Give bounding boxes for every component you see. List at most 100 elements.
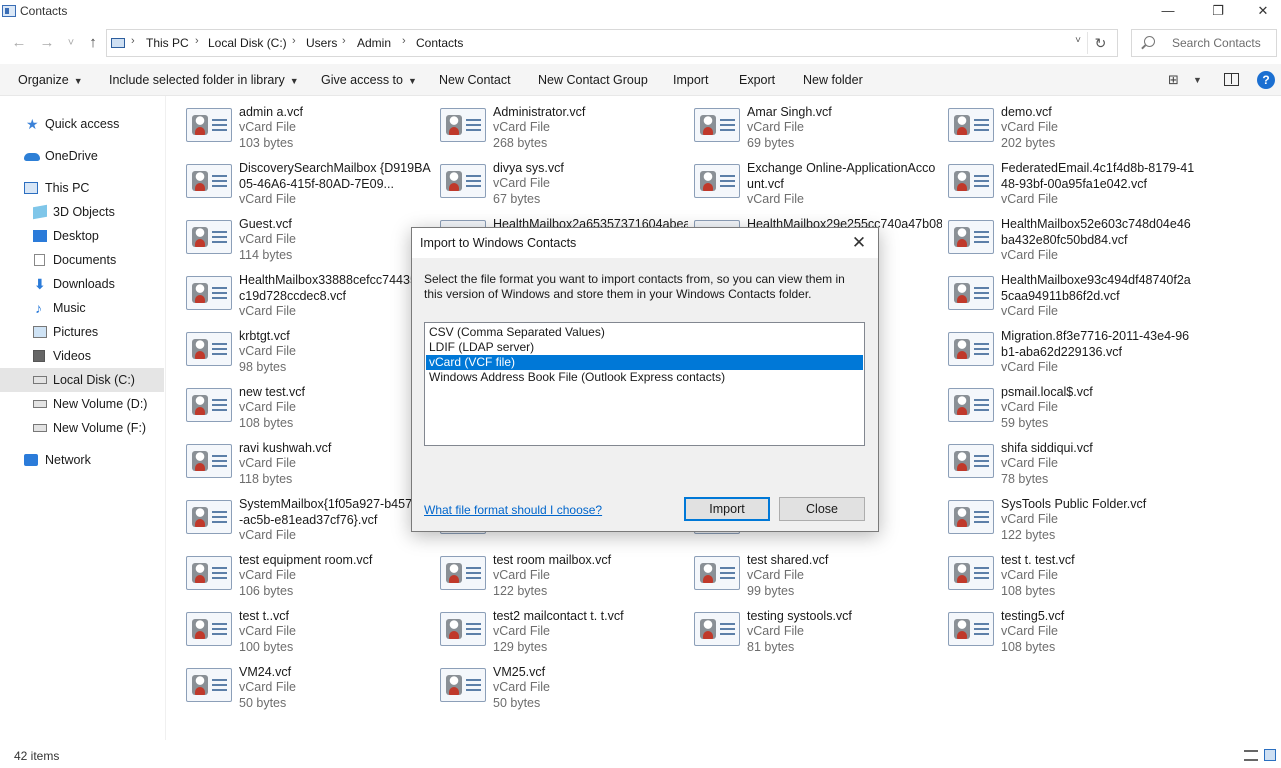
details-view-icon[interactable]: [1244, 750, 1258, 761]
vcard-file-icon: [186, 500, 232, 534]
file-item[interactable]: testing systools.vcf vCard File 81 bytes: [688, 604, 938, 656]
recent-locations-button[interactable]: ˅: [60, 32, 82, 54]
sidebar-item-network[interactable]: Network: [0, 448, 164, 472]
vcard-file-icon: [440, 612, 486, 646]
sidebar-item-music[interactable]: ♪ Music: [0, 296, 164, 320]
minimize-button[interactable]: —: [1145, 0, 1191, 24]
file-item[interactable]: test2 mailcontact t. t.vcf vCard File 129 …: [434, 604, 684, 656]
file-item[interactable]: HealthMailbox52e603c748d04e46ba432e80fc5…: [942, 212, 1192, 264]
sidebar-item-downloads[interactable]: ⬇ Downloads: [0, 272, 164, 296]
crumb-separator[interactable]: ›: [402, 35, 406, 47]
sidebar-item-quick-access[interactable]: ★ Quick access: [0, 112, 164, 136]
crumb-separator[interactable]: ›: [292, 35, 296, 47]
file-item[interactable]: Guest.vcf vCard File 114 bytes: [180, 212, 430, 264]
file-item[interactable]: VM25.vcf vCard File 50 bytes: [434, 660, 684, 712]
file-item[interactable]: ravi kushwah.vcf vCard File 118 bytes: [180, 436, 430, 488]
help-icon[interactable]: ?: [1257, 71, 1275, 89]
file-item[interactable]: Amar Singh.vcf vCard File 69 bytes: [688, 100, 938, 152]
sidebar-item-documents[interactable]: Documents: [0, 248, 164, 272]
file-item[interactable]: new test.vcf vCard File 108 bytes: [180, 380, 430, 432]
crumb-separator[interactable]: ›: [342, 35, 346, 47]
file-size: 59 bytes: [1001, 416, 1049, 430]
file-size: 78 bytes: [1001, 472, 1049, 486]
file-item[interactable]: SysTools Public Folder.vcf vCard File 122 …: [942, 492, 1192, 544]
crumb-contacts[interactable]: Contacts: [416, 36, 463, 50]
crumb-separator[interactable]: ›: [195, 35, 199, 47]
file-item[interactable]: demo.vcf vCard File 202 bytes: [942, 100, 1192, 152]
file-item[interactable]: DiscoverySearchMailbox {D919BA05-46A6-41…: [180, 156, 431, 208]
sidebar-item-local-disk-c[interactable]: Local Disk (C:): [0, 368, 164, 392]
crumb-this-pc[interactable]: This PC: [146, 36, 189, 50]
dialog-close-button[interactable]: Close: [779, 497, 865, 521]
refresh-button[interactable]: ↻: [1087, 32, 1113, 54]
preview-pane-icon[interactable]: [1224, 73, 1239, 86]
vcard-file-icon: [694, 164, 740, 198]
sidebar-item-new-volume-f[interactable]: New Volume (F:): [0, 416, 164, 440]
file-item[interactable]: admin a.vcf vCard File 103 bytes: [180, 100, 430, 152]
new-contact-group-button[interactable]: New Contact Group: [538, 73, 648, 87]
large-icons-view-icon[interactable]: [1264, 749, 1276, 761]
vcard-file-icon: [186, 220, 232, 254]
file-item[interactable]: psmail.local$.vcf vCard File 59 bytes: [942, 380, 1192, 432]
file-item[interactable]: VM24.vcf vCard File 50 bytes: [180, 660, 430, 712]
file-item[interactable]: shifa siddiqui.vcf vCard File 78 bytes: [942, 436, 1192, 488]
file-item[interactable]: krbtgt.vcf vCard File 98 bytes: [180, 324, 430, 376]
file-item[interactable]: testing5.vcf vCard File 108 bytes: [942, 604, 1192, 656]
sidebar-item-pictures[interactable]: Pictures: [0, 320, 164, 344]
sidebar-item-desktop[interactable]: Desktop: [0, 224, 164, 248]
back-button[interactable]: ←: [8, 32, 30, 54]
sidebar-item-this-pc[interactable]: This PC: [0, 176, 164, 200]
file-item[interactable]: FederatedEmail.4c1f4d8b-8179-4148-93bf-0…: [942, 156, 1194, 208]
sidebar-item-onedrive[interactable]: OneDrive: [0, 144, 164, 168]
forward-button[interactable]: →: [36, 32, 58, 54]
dialog-close-icon[interactable]: ✕: [844, 230, 874, 256]
file-item[interactable]: test shared.vcf vCard File 99 bytes: [688, 548, 938, 600]
vcard-file-icon: [186, 556, 232, 590]
format-option-csv[interactable]: CSV (Comma Separated Values): [426, 325, 863, 340]
change-view-icon[interactable]: ⊞: [1168, 72, 1179, 88]
include-in-library-menu[interactable]: Include selected folder in library ▼: [109, 73, 299, 87]
file-item[interactable]: Migration.8f3e7716-2011-43e4-96b1-aba62d…: [942, 324, 1192, 376]
file-item[interactable]: test room mailbox.vcf vCard File 122 bytes: [434, 548, 684, 600]
up-button[interactable]: ↑: [82, 32, 104, 54]
file-item[interactable]: HealthMailbox33888cefcc74435d3c19d728ccd…: [180, 268, 431, 320]
file-item[interactable]: SystemMailbox{1f05a927-b457-44-ac5b-e81e…: [180, 492, 430, 544]
maximize-button[interactable]: ❐: [1195, 0, 1241, 24]
format-option-vcard[interactable]: vCard (VCF file): [426, 355, 863, 370]
file-item[interactable]: Exchange Online-ApplicationAccount.vcf vC…: [688, 156, 938, 208]
address-bar[interactable]: › This PC › Local Disk (C:) › Users › Ad…: [106, 29, 1118, 57]
format-option-wab[interactable]: Windows Address Book File (Outlook Expre…: [426, 370, 863, 385]
new-contact-button[interactable]: New Contact: [439, 73, 511, 87]
file-type: vCard File: [747, 120, 804, 134]
import-button[interactable]: Import: [673, 73, 708, 87]
sidebar-item-3d-objects[interactable]: 3D Objects: [0, 200, 164, 224]
file-item[interactable]: test t..vcf vCard File 100 bytes: [180, 604, 430, 656]
file-item[interactable]: test t. test.vcf vCard File 108 bytes: [942, 548, 1192, 600]
file-type: vCard File: [239, 344, 296, 358]
view-options-dropdown[interactable]: ▼: [1193, 75, 1202, 85]
new-folder-button[interactable]: New folder: [803, 73, 863, 87]
crumb-admin[interactable]: Admin: [357, 36, 391, 50]
file-item[interactable]: Administrator.vcf vCard File 268 bytes: [434, 100, 684, 152]
sidebar-item-videos[interactable]: Videos: [0, 344, 164, 368]
crumb-local-disk[interactable]: Local Disk (C:): [208, 36, 287, 50]
sidebar-item-new-volume-d[interactable]: New Volume (D:): [0, 392, 164, 416]
format-listbox[interactable]: CSV (Comma Separated Values) LDIF (LDAP …: [424, 322, 865, 446]
crumb-users[interactable]: Users: [306, 36, 337, 50]
file-item[interactable]: HealthMailboxe93c494df48740f2a5caa94911b…: [942, 268, 1192, 320]
file-item[interactable]: test equipment room.vcf vCard File 106 byt…: [180, 548, 430, 600]
sidebar-item-label: 3D Objects: [53, 205, 115, 219]
vcard-file-icon: [186, 164, 232, 198]
give-access-menu[interactable]: Give access to ▼: [321, 73, 417, 87]
file-format-help-link[interactable]: What file format should I choose?: [424, 503, 602, 517]
file-item[interactable]: divya sys.vcf vCard File 67 bytes: [434, 156, 684, 208]
close-window-button[interactable]: ✕: [1240, 0, 1281, 24]
address-dropdown-button[interactable]: ˅: [1075, 35, 1081, 46]
dialog-import-button[interactable]: Import: [684, 497, 770, 521]
search-input[interactable]: Search Contacts: [1131, 29, 1277, 57]
file-type: vCard File: [239, 624, 296, 638]
file-type: vCard File: [747, 624, 804, 638]
organize-menu[interactable]: Organize ▼: [18, 73, 83, 87]
format-option-ldif[interactable]: LDIF (LDAP server): [426, 340, 863, 355]
export-button[interactable]: Export: [739, 73, 775, 87]
